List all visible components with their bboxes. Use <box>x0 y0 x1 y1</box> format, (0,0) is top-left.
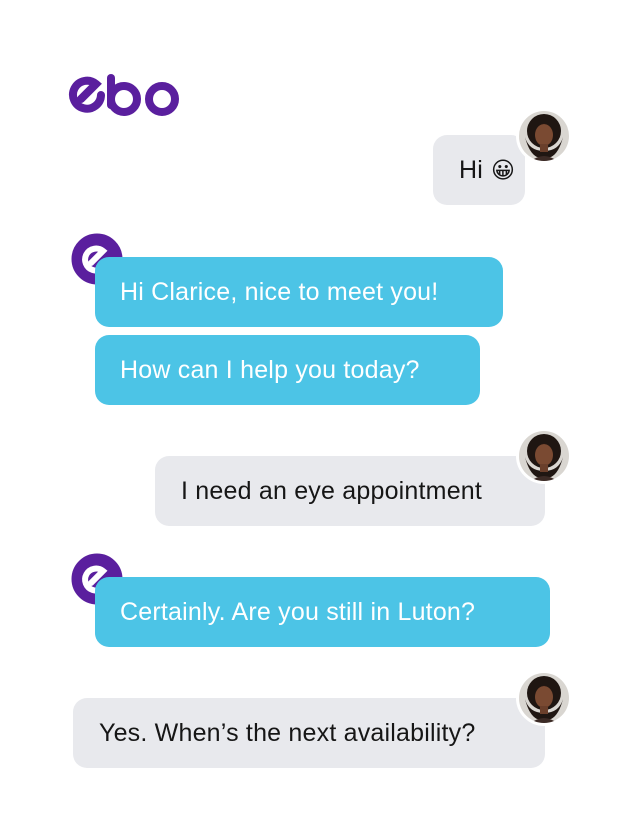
message-text: Certainly. Are you still in Luton? <box>120 597 476 626</box>
user-avatar-icon <box>516 670 572 726</box>
user-avatar-icon <box>516 428 572 484</box>
message-text: How can I help you today? <box>120 355 420 384</box>
ebo-logo <box>69 74 179 116</box>
grinning-face-emoji: 😀 <box>491 156 516 183</box>
user-message-bubble: I need an eye appointment <box>155 456 545 526</box>
bot-message-bubble: How can I help you today? <box>95 335 480 405</box>
message-text: Hi <box>459 155 484 184</box>
user-message-bubble: Hi 😀 <box>433 135 525 205</box>
bot-message-bubble: Hi Clarice, nice to meet you! <box>95 257 503 327</box>
message-text: Yes. When’s the next availability? <box>99 718 476 747</box>
user-message-bubble: Yes. When’s the next availability? <box>73 698 545 768</box>
message-text: Hi Clarice, nice to meet you! <box>120 277 439 306</box>
message-text: I need an eye appointment <box>181 476 483 505</box>
user-avatar-icon <box>516 108 572 164</box>
bot-message-bubble: Certainly. Are you still in Luton? <box>95 577 550 647</box>
